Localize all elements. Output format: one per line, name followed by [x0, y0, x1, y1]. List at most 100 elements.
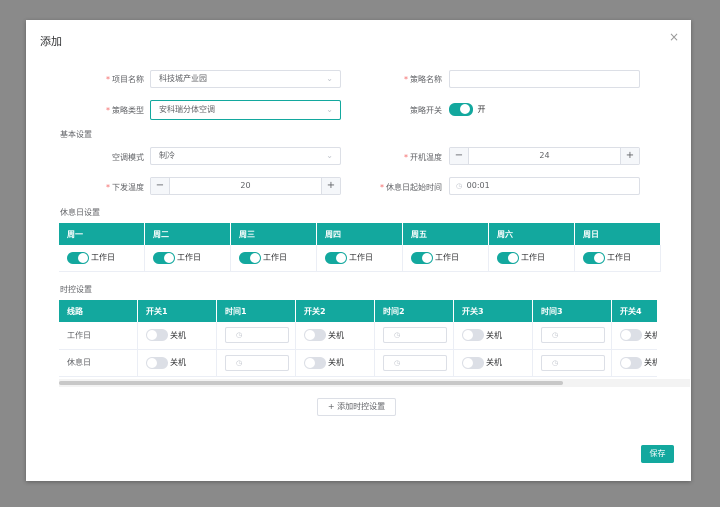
- add-dialog: 添加 × * 项目名称 科技城产业园 ⌄ * 策略名称 * 策略类型 安科瑞分体空调 …: [26, 20, 691, 481]
- time-cell: ◷: [532, 349, 612, 377]
- switch-label: 关机: [328, 330, 344, 340]
- switch-cell: 关机: [137, 322, 217, 350]
- rest-start-value: 00:01: [466, 181, 490, 190]
- workday-label: 工作日: [607, 253, 631, 263]
- strategy-switch[interactable]: 开: [449, 103, 486, 116]
- workday-toggle[interactable]: [153, 251, 175, 264]
- switch-label: 关机: [170, 358, 186, 367]
- switch-cell: 关机: [295, 322, 375, 350]
- switch-toggle[interactable]: [304, 329, 326, 342]
- ac-mode-select[interactable]: 制冷 ⌄: [150, 147, 341, 165]
- switch-label: 关机: [328, 358, 344, 367]
- basic-settings-heading: 基本设置: [60, 130, 92, 139]
- switch-toggle[interactable]: [146, 356, 168, 369]
- workday-toggle[interactable]: [325, 251, 347, 264]
- restday-header: 周日: [574, 223, 660, 245]
- strategy-toggle[interactable]: [449, 103, 473, 116]
- close-icon[interactable]: ×: [669, 30, 679, 44]
- switch-cell: 关机: [453, 322, 533, 350]
- time-input[interactable]: ◷: [383, 354, 447, 371]
- time-cell: ◷: [532, 322, 612, 350]
- strategy-name-field[interactable]: [458, 71, 631, 87]
- restday-header: 周一: [59, 223, 145, 245]
- workday-label: 工作日: [177, 253, 201, 263]
- send-temp-label: * 下发温度: [106, 183, 144, 192]
- send-temp-stepper[interactable]: − 20 +: [150, 177, 341, 195]
- workday-toggle[interactable]: [583, 251, 605, 264]
- restday-cell: 工作日: [402, 245, 489, 272]
- line-name: 休息日: [59, 349, 138, 377]
- project-label: * 项目名称: [106, 75, 144, 84]
- time-input[interactable]: ◷: [541, 327, 605, 344]
- dialog-title: 添加: [40, 35, 62, 48]
- time-cell: ◷: [216, 322, 296, 350]
- project-value: 科技城产业园: [159, 74, 207, 83]
- ac-mode-value: 制冷: [159, 151, 175, 160]
- timecontrol-header: 线路: [59, 300, 138, 322]
- restday-cell: 工作日: [144, 245, 231, 272]
- workday-label: 工作日: [349, 253, 373, 263]
- project-select[interactable]: 科技城产业园 ⌄: [150, 70, 341, 88]
- time-cell: ◷: [374, 349, 454, 377]
- switch-toggle[interactable]: [462, 356, 484, 369]
- send-temp-minus-button[interactable]: −: [151, 178, 170, 194]
- strategy-type-value: 安科瑞分体空调: [159, 105, 215, 114]
- rest-start-input[interactable]: ◷ 00:01: [449, 177, 640, 195]
- switch-label: 关机: [486, 358, 502, 367]
- table-row: 工作日 工作日 工作日 工作日 工作日 工作日 工作日: [59, 245, 661, 272]
- strategy-name-input[interactable]: [449, 70, 640, 88]
- boot-temp-minus-button[interactable]: −: [450, 148, 469, 164]
- restday-heading: 休息日设置: [60, 208, 100, 217]
- boot-temp-value[interactable]: 24: [468, 148, 621, 164]
- timecontrol-heading: 时控设置: [60, 285, 92, 294]
- restday-cell: 工作日: [574, 245, 661, 272]
- horizontal-scrollbar-thumb[interactable]: [59, 381, 563, 385]
- switch-toggle[interactable]: [462, 329, 484, 342]
- strategy-name-label: * 策略名称: [404, 75, 442, 84]
- workday-label: 工作日: [435, 253, 459, 263]
- timecontrol-header: 开关3: [453, 300, 533, 322]
- boot-temp-stepper[interactable]: − 24 +: [449, 147, 640, 165]
- restday-header: 周六: [488, 223, 575, 245]
- clock-icon: ◷: [456, 182, 463, 190]
- switch-cell: 关机: [295, 349, 375, 377]
- switch-toggle[interactable]: [304, 356, 326, 369]
- time-cell: ◷: [374, 322, 454, 350]
- chevron-down-icon: ⌄: [326, 105, 333, 114]
- clock-icon: ◷: [552, 331, 559, 340]
- strategy-type-select[interactable]: 安科瑞分体空调 ⌄: [150, 100, 341, 120]
- boot-temp-label: * 开机温度: [404, 153, 442, 162]
- send-temp-value[interactable]: 20: [169, 178, 322, 194]
- workday-label: 工作日: [91, 253, 115, 263]
- timecontrol-header: 开关2: [295, 300, 375, 322]
- restday-cell: 工作日: [316, 245, 403, 272]
- switch-label: 关机: [170, 330, 186, 340]
- workday-toggle[interactable]: [411, 251, 433, 264]
- save-button[interactable]: 保存: [641, 445, 674, 463]
- switch-toggle[interactable]: [146, 329, 168, 342]
- switch-cell: 关机: [453, 349, 533, 377]
- boot-temp-plus-button[interactable]: +: [620, 148, 639, 164]
- time-input[interactable]: ◷: [225, 354, 289, 371]
- clock-icon: ◷: [236, 358, 243, 367]
- timecontrol-header: 时间2: [374, 300, 454, 322]
- time-input[interactable]: ◷: [541, 354, 605, 371]
- restday-cell: 工作日: [230, 245, 317, 272]
- switch-toggle[interactable]: [620, 356, 642, 369]
- switch-cell: 关机: [611, 349, 657, 377]
- workday-label: 工作日: [521, 253, 545, 263]
- timecontrol-scroll[interactable]: 线路 开关1 时间1 开关2 时间2 开关3 时间3 开关4 工作日 关机 ◷ …: [59, 300, 657, 382]
- workday-toggle[interactable]: [67, 251, 89, 264]
- clock-icon: ◷: [394, 331, 401, 340]
- workday-toggle[interactable]: [497, 251, 519, 264]
- switch-toggle[interactable]: [620, 329, 642, 342]
- switch-label: 关机: [644, 358, 657, 367]
- restday-table: 周一 周二 周三 周四 周五 周六 周日 工作日 工作日 工作日 工作日 工作日…: [59, 223, 661, 272]
- time-input[interactable]: ◷: [225, 327, 289, 344]
- add-timecontrol-button[interactable]: + 添加时控设置: [317, 398, 396, 416]
- time-input[interactable]: ◷: [383, 327, 447, 344]
- workday-toggle[interactable]: [239, 251, 261, 264]
- restday-header: 周四: [316, 223, 403, 245]
- send-temp-plus-button[interactable]: +: [321, 178, 340, 194]
- switch-cell: 关机: [611, 322, 657, 350]
